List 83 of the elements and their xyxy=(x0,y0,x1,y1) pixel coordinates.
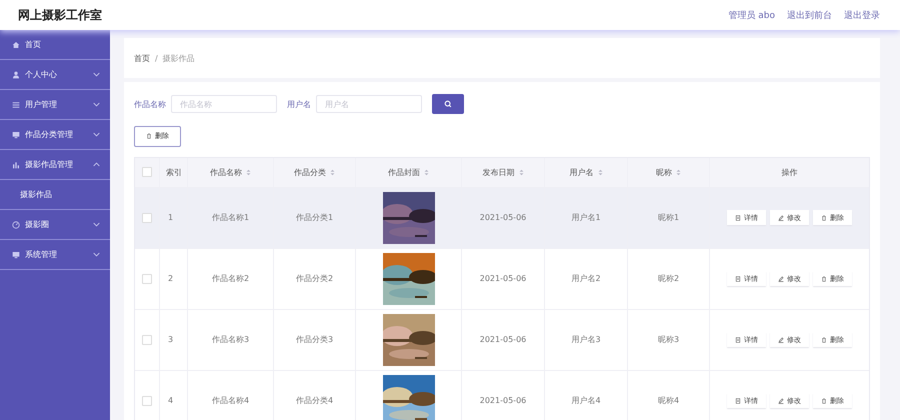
list-icon xyxy=(12,100,20,108)
table-cell: 2 xyxy=(168,274,174,283)
table-cell: 用户名4 xyxy=(571,395,601,406)
table-cell: 作品分类2 xyxy=(296,273,334,284)
sort-icon[interactable] xyxy=(246,168,251,176)
search-button[interactable] xyxy=(432,94,464,114)
search-icon xyxy=(444,100,452,108)
sidebar-item[interactable]: 首页 xyxy=(0,30,110,60)
table-cell: 作品分类4 xyxy=(296,395,334,406)
sort-icon[interactable] xyxy=(424,168,429,176)
sort-icon[interactable] xyxy=(518,168,524,176)
breadcrumb-separator: / xyxy=(155,54,158,62)
monitor-icon xyxy=(12,250,20,258)
pencil-icon xyxy=(778,276,784,282)
sidebar-item[interactable]: 作品分类管理 xyxy=(0,120,110,150)
trash-icon xyxy=(821,336,827,342)
header-link[interactable]: 退出登录 xyxy=(844,8,880,22)
document-icon xyxy=(735,398,741,404)
pencil-icon xyxy=(778,398,784,404)
table-cell: 作品分类3 xyxy=(296,334,334,345)
table-cell: 用户名1 xyxy=(571,212,601,223)
table-cell: 作品分类1 xyxy=(296,212,334,223)
sort-icon[interactable] xyxy=(676,168,681,176)
checkbox[interactable] xyxy=(142,167,152,177)
column-header[interactable]: 发布日期 xyxy=(482,166,514,178)
header-link[interactable]: 退出到前台 xyxy=(787,8,832,22)
sidebar-item[interactable]: 摄影圈 xyxy=(0,210,110,240)
table-cell: 4 xyxy=(168,396,174,405)
table-cell: 昵称4 xyxy=(658,395,680,406)
checkbox[interactable] xyxy=(142,334,152,344)
sort-icon[interactable] xyxy=(330,168,335,176)
table-cell: 昵称1 xyxy=(658,212,680,223)
column-header[interactable]: 索引 xyxy=(166,166,182,178)
field-label: 用户名 xyxy=(287,98,311,110)
table-cell: 用户名3 xyxy=(571,334,601,345)
table-cell: 昵称2 xyxy=(658,273,680,284)
table-cell: 2021-05-06 xyxy=(480,213,526,222)
table-cell: 用户名2 xyxy=(571,273,601,284)
table-cell: 3 xyxy=(168,335,174,344)
column-header[interactable]: 作品分类 xyxy=(294,166,326,178)
document-icon xyxy=(735,336,741,342)
sidebar-item[interactable]: 系统管理 xyxy=(0,240,110,270)
table-cell: 作品名称1 xyxy=(212,212,250,223)
monitor-icon xyxy=(12,130,20,138)
sidebar-item[interactable]: 个人中心 xyxy=(0,60,110,90)
table-cell: 2021-05-06 xyxy=(480,274,526,283)
column-header[interactable]: 昵称 xyxy=(656,166,672,178)
table-cell: 作品名称3 xyxy=(212,334,250,345)
search-field[interactable]: 用户名 xyxy=(316,95,422,113)
header-link[interactable]: 管理员 abo xyxy=(728,8,775,22)
trash-icon xyxy=(146,133,152,139)
trash-icon xyxy=(821,398,827,404)
table-cell: 昵称3 xyxy=(658,334,680,345)
field-label: 作品名称 xyxy=(134,98,166,110)
column-header[interactable]: 作品名称 xyxy=(210,166,242,178)
gauge-icon xyxy=(12,220,20,228)
document-icon xyxy=(735,276,741,282)
sidebar-item[interactable]: 用户管理 xyxy=(0,90,110,120)
user-icon xyxy=(12,70,20,78)
breadcrumb-link[interactable]: 首页 xyxy=(134,52,150,64)
table-cell: 2021-05-06 xyxy=(480,396,526,405)
trash-icon xyxy=(821,276,827,282)
home-icon xyxy=(12,40,20,48)
checkbox[interactable] xyxy=(142,274,152,284)
checkbox[interactable] xyxy=(142,212,152,222)
trash-icon xyxy=(821,214,827,220)
table-cell: 1 xyxy=(168,213,174,222)
column-header[interactable]: 作品封面 xyxy=(388,166,420,178)
search-field[interactable]: 作品名称 xyxy=(171,95,277,113)
bar-chart-icon xyxy=(12,160,20,168)
pencil-icon xyxy=(778,336,784,342)
sidebar-subitem[interactable]: 摄影作品 xyxy=(0,180,110,210)
site-title: 网上摄影工作室 xyxy=(18,6,102,24)
table-cell: 2021-05-06 xyxy=(480,335,526,344)
sidebar-item[interactable]: 摄影作品管理 xyxy=(0,150,110,180)
sort-icon[interactable] xyxy=(598,168,602,176)
column-header[interactable]: 用户名 xyxy=(570,166,594,178)
checkbox[interactable] xyxy=(142,396,152,406)
document-icon xyxy=(735,214,741,220)
table-cell: 作品名称2 xyxy=(212,273,250,284)
column-header[interactable]: 操作 xyxy=(782,166,798,178)
table-cell: 作品名称4 xyxy=(212,395,250,406)
pencil-icon xyxy=(778,214,784,220)
